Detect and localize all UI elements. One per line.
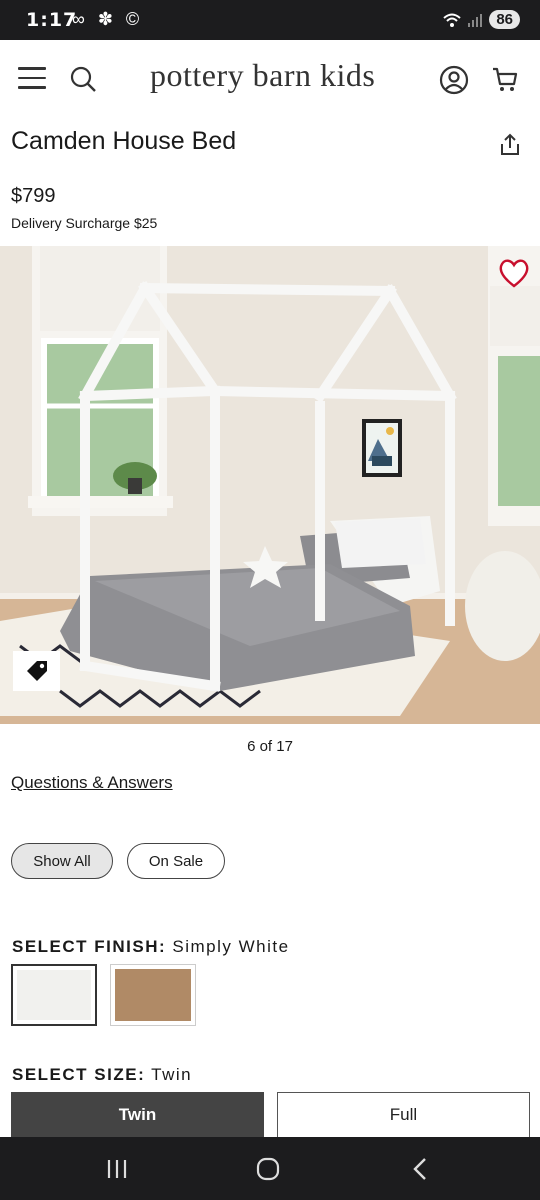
select-size-heading: SELECT SIZE: Twin: [12, 1065, 192, 1085]
questions-answers-link[interactable]: Questions & Answers: [11, 773, 173, 793]
home-button[interactable]: [248, 1151, 288, 1187]
share-icon[interactable]: [497, 132, 523, 158]
menu-icon[interactable]: [18, 67, 46, 91]
notification-icons: ∞ ✽ ©: [72, 9, 144, 29]
image-counter: 6 of 17: [247, 738, 293, 755]
selected-finish-value: Simply White: [172, 937, 290, 956]
site-header: pottery barn kids: [0, 40, 540, 118]
brand-logo[interactable]: pottery barn kids: [150, 57, 375, 94]
signal-icon: [468, 13, 483, 27]
battery-indicator: 86: [489, 10, 520, 29]
swatch-color-white: [17, 970, 91, 1020]
selected-size-value: Twin: [151, 1065, 193, 1084]
heart-icon[interactable]: [497, 257, 531, 289]
select-finish-label: SELECT FINISH:: [12, 937, 167, 956]
size-full-button[interactable]: Full: [277, 1092, 530, 1138]
wifi-icon: [443, 13, 461, 27]
search-icon[interactable]: [68, 64, 98, 94]
system-icons: 86: [443, 10, 520, 29]
swatch-simply-white[interactable]: [11, 964, 97, 1026]
system-nav-bar: [0, 1137, 540, 1200]
product-image[interactable]: [0, 246, 540, 724]
house-bed-photo: [0, 246, 540, 724]
cart-icon[interactable]: [490, 64, 520, 94]
swatch-color-oak: [115, 969, 191, 1021]
select-finish-heading: SELECT FINISH: Simply White: [12, 937, 290, 957]
back-button[interactable]: [400, 1151, 440, 1187]
recent-apps-button[interactable]: [97, 1151, 137, 1187]
on-sale-filter[interactable]: On Sale: [127, 843, 225, 879]
product-title: Camden House Bed: [11, 127, 237, 155]
select-size-label: SELECT SIZE:: [12, 1065, 146, 1084]
recent-apps-icon: [107, 1160, 127, 1178]
tag-icon: [26, 661, 47, 681]
delivery-surcharge: Delivery Surcharge $25: [11, 215, 158, 231]
home-icon: [256, 1157, 280, 1181]
show-all-filter[interactable]: Show All: [11, 843, 113, 879]
swatch-oak[interactable]: [110, 964, 196, 1026]
product-price: $799: [11, 185, 56, 207]
status-bar: 1:17 ∞ ✽ © 86: [0, 0, 540, 40]
status-time: 1:17: [26, 9, 78, 31]
account-icon[interactable]: [438, 64, 470, 96]
back-icon: [413, 1158, 426, 1180]
size-twin-button[interactable]: Twin: [11, 1092, 264, 1138]
price-tag-button[interactable]: [13, 651, 60, 691]
